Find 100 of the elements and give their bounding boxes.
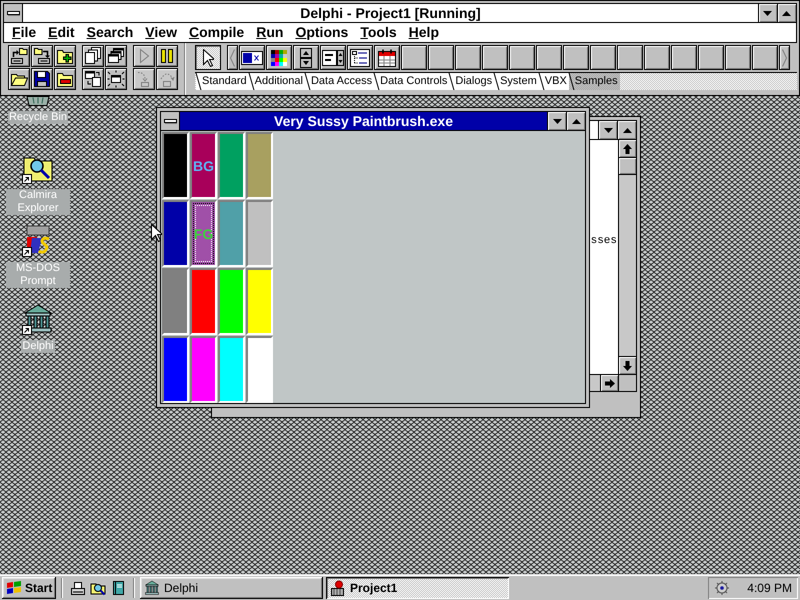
triangle-down-icon xyxy=(552,118,562,124)
menu-item[interactable]: View xyxy=(145,24,177,41)
speedbar-button[interactable] xyxy=(54,45,76,67)
menu-item[interactable]: Help xyxy=(408,24,439,41)
folder-arrow-icon xyxy=(10,47,28,65)
color-swatch[interactable] xyxy=(246,268,273,335)
palette-tab[interactable]: Data Access xyxy=(304,73,374,90)
vertical-scrollbar[interactable] xyxy=(618,140,636,374)
color-swatch[interactable] xyxy=(218,268,245,335)
triangle-down-icon xyxy=(604,128,612,132)
calendar-icon xyxy=(378,48,396,66)
speedbar-button[interactable] xyxy=(82,45,104,67)
color-swatch[interactable] xyxy=(162,132,189,199)
arrow-cursor-icon xyxy=(202,48,214,66)
speedbar-button[interactable] xyxy=(54,68,76,90)
chevron-right-icon xyxy=(782,48,787,66)
pointer-tool-button[interactable] xyxy=(195,45,221,70)
temple-icon[interactable] xyxy=(22,303,54,335)
palette-tab[interactable]: Standard xyxy=(196,73,249,90)
speedbar-button[interactable] xyxy=(8,45,30,67)
maximize-button[interactable] xyxy=(566,112,585,130)
speedbar-button[interactable] xyxy=(31,45,53,67)
menu-item[interactable]: Run xyxy=(256,24,284,41)
speedbar-button[interactable] xyxy=(8,68,30,90)
window-title: Delphi - Project1 [Running] xyxy=(300,4,481,22)
speedbar-button[interactable] xyxy=(31,68,53,90)
component-button[interactable] xyxy=(347,45,373,70)
triangle-up-icon xyxy=(572,118,580,124)
scroll-thumb[interactable] xyxy=(619,158,636,175)
color-swatch[interactable] xyxy=(218,132,245,199)
component-button[interactable] xyxy=(374,45,400,70)
palette-tab[interactable]: Additional xyxy=(248,73,305,90)
spin-edit-icon xyxy=(322,50,344,66)
minimize-button[interactable] xyxy=(758,4,777,22)
system-menu-button[interactable] xyxy=(161,112,180,130)
palette-tab[interactable]: Samples xyxy=(568,73,620,90)
color-swatch[interactable] xyxy=(246,200,273,267)
folder-plus-icon xyxy=(56,47,74,65)
windows-icon xyxy=(107,47,125,65)
speedbar-button[interactable] xyxy=(156,45,178,67)
minimize-button[interactable] xyxy=(598,121,617,139)
chevron-left-icon xyxy=(230,48,235,66)
color-swatch[interactable] xyxy=(246,336,273,403)
menu-item[interactable]: File xyxy=(12,24,36,41)
palette-tab[interactable]: VBX xyxy=(538,73,569,90)
menu-item[interactable]: Compile xyxy=(188,24,244,41)
gear-icon[interactable] xyxy=(714,580,730,596)
outline-tree-icon xyxy=(350,48,370,66)
palette-tab[interactable]: Data Controls xyxy=(374,73,450,90)
color-swatch[interactable] xyxy=(190,336,217,403)
maximize-button[interactable] xyxy=(617,121,636,139)
color-swatch[interactable] xyxy=(162,268,189,335)
code-text: sses xyxy=(590,235,617,247)
minimize-button[interactable] xyxy=(547,112,566,130)
speedbar-button[interactable] xyxy=(82,68,104,90)
bin-icon[interactable] xyxy=(25,96,51,106)
component-button[interactable] xyxy=(266,45,292,70)
menu-item[interactable]: Search xyxy=(86,24,134,41)
color-grid-icon xyxy=(271,50,287,66)
color-swatch[interactable] xyxy=(218,200,245,267)
palette-tab[interactable]: Dialogs xyxy=(449,73,494,90)
color-swatch[interactable] xyxy=(218,336,245,403)
pages-icon xyxy=(84,47,102,65)
arrow-up-icon xyxy=(623,144,632,154)
component-button[interactable] xyxy=(239,45,265,70)
triangle-up-icon xyxy=(782,10,792,16)
scroll-down-button[interactable] xyxy=(619,356,636,374)
printer-icon[interactable] xyxy=(70,580,86,596)
speedbar-button[interactable] xyxy=(105,45,127,67)
scroll-right-button[interactable] xyxy=(779,45,790,70)
notebook-icon[interactable] xyxy=(110,580,126,596)
scroll-up-button[interactable] xyxy=(619,140,636,158)
start-button[interactable]: Start xyxy=(2,576,56,598)
color-swatch[interactable] xyxy=(190,268,217,335)
color-swatch[interactable] xyxy=(246,132,273,199)
arrow-down-icon xyxy=(623,360,632,370)
triangle-up-icon xyxy=(622,128,632,132)
component-button[interactable] xyxy=(293,45,319,70)
component-button[interactable] xyxy=(320,45,346,70)
taskbar-button[interactable]: Delphi xyxy=(140,576,323,598)
triangle-down-icon xyxy=(763,10,772,16)
taskbar-button[interactable]: Project1 xyxy=(326,576,509,598)
clock: 4:09 PM xyxy=(747,580,792,594)
gauge-icon xyxy=(241,50,263,64)
system-menu-button[interactable] xyxy=(4,4,23,22)
speedbar-button[interactable] xyxy=(105,68,127,90)
minus-bar-icon xyxy=(6,10,20,16)
color-swatch[interactable] xyxy=(162,200,189,267)
scroll-right-button[interactable] xyxy=(600,375,618,391)
menu-item[interactable]: Tools xyxy=(360,24,397,41)
palette-tab[interactable]: System xyxy=(494,73,539,90)
swatch-label: FG xyxy=(194,226,214,242)
maximize-button[interactable] xyxy=(776,4,796,22)
menu-item[interactable]: Edit xyxy=(48,24,75,41)
scroll-left-button[interactable] xyxy=(227,45,238,70)
folder-arrow-icon xyxy=(33,47,51,65)
menu-item[interactable]: Options xyxy=(295,24,348,41)
color-swatch[interactable] xyxy=(162,336,189,403)
four-square-flag-icon xyxy=(6,580,22,596)
window-title: Very Sussy Paintbrush.exe xyxy=(274,112,453,130)
